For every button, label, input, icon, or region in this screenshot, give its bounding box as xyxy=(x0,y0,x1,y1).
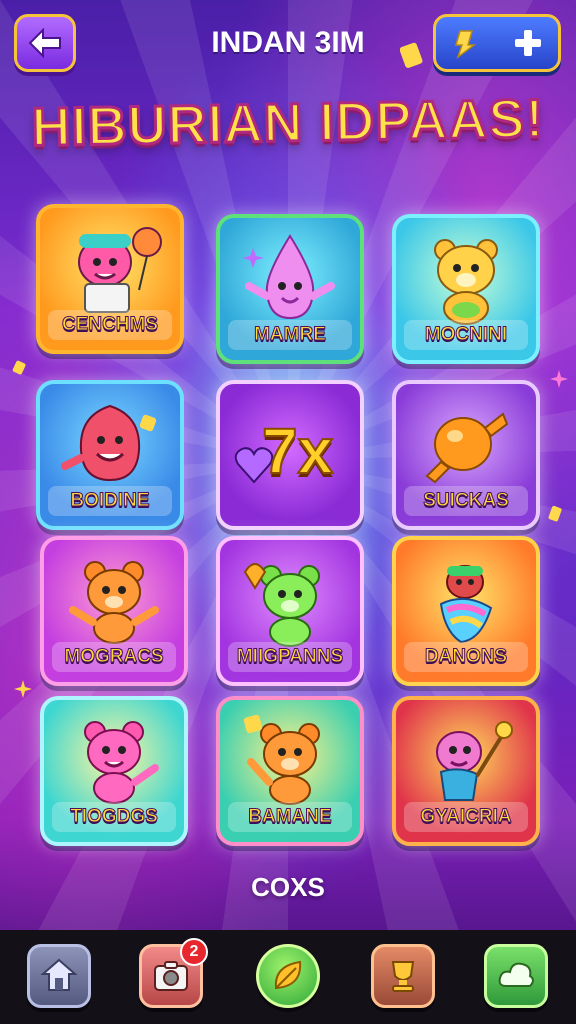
home-icon xyxy=(40,958,78,991)
notification-badge: 2 xyxy=(180,938,208,966)
game-tile[interactable]: MOGRACS xyxy=(40,536,188,686)
sparkle-icon xyxy=(12,360,26,375)
tile-label: MIIGPANNS xyxy=(228,642,352,672)
sparkle-icon xyxy=(548,505,562,522)
pink-drop-creature-icon xyxy=(242,234,335,320)
plus-icon xyxy=(515,30,541,56)
top-bar: INDAN 3IM xyxy=(0,0,576,90)
game-grid: CENCHMS MAMRE MOCNINI BOIDINE 7x SUICKAS… xyxy=(36,204,540,846)
leaf-icon xyxy=(274,960,302,990)
currency-panel[interactable] xyxy=(433,14,561,72)
multiplier-value: 7x xyxy=(261,414,334,488)
tile-label: DANONS xyxy=(404,642,528,672)
pink-bear-icon xyxy=(84,721,159,804)
game-tile[interactable]: MIIGPANNS xyxy=(216,536,364,686)
tile-label: GYAICRIA xyxy=(404,802,528,832)
game-tile[interactable]: SUICKAS xyxy=(392,380,540,530)
game-tile[interactable]: BOIDINE xyxy=(36,380,184,530)
nav-home-button[interactable] xyxy=(27,944,91,1008)
tile-label: MOCNINI xyxy=(404,320,528,350)
sparkle-icon xyxy=(550,370,568,388)
nav-leaf-button[interactable] xyxy=(256,944,320,1008)
nav-trophy-button[interactable] xyxy=(371,944,435,1008)
add-currency-button[interactable] xyxy=(508,23,548,63)
yellow-bear-icon xyxy=(434,239,498,325)
tile-label: CENCHMS xyxy=(48,310,172,340)
green-bear-icon xyxy=(243,563,320,647)
game-tile[interactable]: TIOGDGS xyxy=(40,696,188,846)
pink-creature-with-wand-icon xyxy=(436,721,513,801)
red-creature-icon xyxy=(61,404,157,482)
bottom-nav xyxy=(0,930,576,1024)
tile-label: SUICKAS xyxy=(404,486,528,516)
creature-with-box-icon xyxy=(78,227,162,313)
tile-label: BAMANE xyxy=(228,802,352,832)
screen-title: INDAN 3IM xyxy=(211,26,365,59)
tile-label: MOGRACS xyxy=(52,642,176,672)
game-tile[interactable]: DANONS xyxy=(392,536,540,686)
orange-bear-icon xyxy=(69,561,159,644)
tile-label: MAMRE xyxy=(228,320,352,350)
nav-cloud-button[interactable] xyxy=(484,944,548,1008)
game-tile[interactable]: GYAICRIA xyxy=(392,696,540,846)
cloud-icon xyxy=(498,962,534,987)
orange-candy-icon xyxy=(425,412,509,484)
colorful-creature-icon xyxy=(439,565,493,644)
orange-bear-waving-icon xyxy=(243,714,320,805)
banner-title: HIBURIAN IDPAAS! xyxy=(30,87,547,159)
tile-label: TIOGDGS xyxy=(52,802,176,832)
tile-label: BOIDINE xyxy=(48,486,172,516)
token-icon xyxy=(455,30,477,59)
game-tile[interactable]: MOCNINI xyxy=(392,214,540,364)
sparkle-icon xyxy=(14,680,32,698)
arrow-left-icon xyxy=(28,28,61,58)
bonus-caption: COXS xyxy=(251,872,325,902)
trophy-icon xyxy=(391,961,415,992)
game-tile[interactable]: BAMANE xyxy=(216,696,364,846)
game-tile[interactable]: CENCHMS xyxy=(36,204,184,354)
multiplier-tile[interactable]: 7x xyxy=(216,380,364,530)
back-button[interactable] xyxy=(14,14,76,72)
game-tile[interactable]: MAMRE xyxy=(216,214,364,364)
